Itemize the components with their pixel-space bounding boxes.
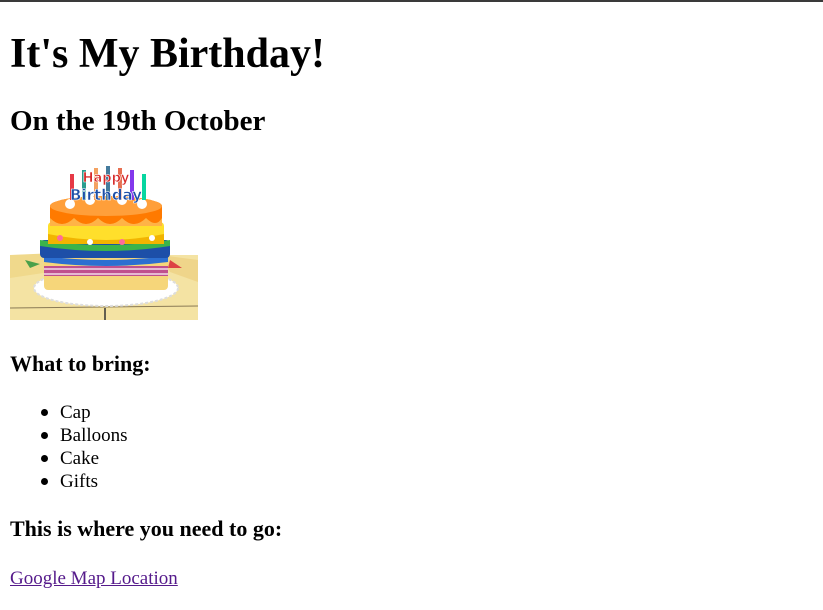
list-item: Balloons xyxy=(41,425,128,446)
location-heading: This is where you need to go: xyxy=(10,516,283,541)
svg-text:Birthday: Birthday xyxy=(70,186,142,204)
google-map-link[interactable]: Google Map Location xyxy=(10,567,178,590)
page-title: It's My Birthday! xyxy=(10,31,325,77)
bring-heading: What to bring: xyxy=(10,351,151,376)
page-subtitle: On the 19th October xyxy=(10,105,266,137)
list-item: Cake xyxy=(41,447,128,470)
bring-list: Cap Balloons Cake Gifts xyxy=(10,401,128,493)
svg-text:Happy: Happy xyxy=(83,171,130,186)
birthday-cake-image: Happy Birthday xyxy=(9,160,199,320)
list-item: Gifts xyxy=(41,470,128,493)
list-item: Cap xyxy=(41,401,128,424)
